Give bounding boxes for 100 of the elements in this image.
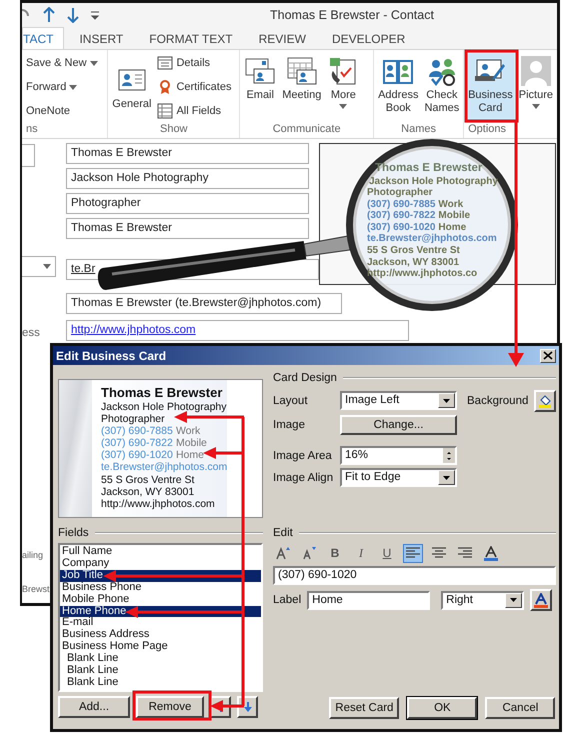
- ribbon-button[interactable]: Forward: [24, 76, 100, 98]
- change-button[interactable]: Change...: [340, 414, 457, 434]
- image-area-spinner[interactable]: 16%: [340, 446, 457, 465]
- ribbon-tab[interactable]: INSERT: [68, 27, 134, 49]
- field-label: Image: [273, 418, 306, 430]
- underline-button[interactable]: U: [377, 544, 397, 562]
- ribbon-button[interactable]: Meeting: [280, 52, 324, 123]
- arrow-up-icon[interactable]: [42, 7, 56, 23]
- card-text-line: te.Brewster@jhphotos.com: [101, 461, 228, 474]
- group-label: Show: [158, 123, 189, 137]
- ribbon-button[interactable]: Email: [242, 52, 278, 123]
- card-text-line: (307) 690-7822 Mobile: [101, 437, 207, 450]
- font-color-icon: [534, 592, 548, 608]
- ribbon-button[interactable]: General: [110, 52, 154, 123]
- align-center-icon: [432, 547, 446, 559]
- arrow-down-icon: [242, 701, 252, 713]
- text-field[interactable]: Jackson Hole Photography: [66, 168, 309, 189]
- card-text-line: (307) 690-7885 Work: [101, 425, 200, 438]
- ribbon-tab[interactable]: FORMAT TEXT: [138, 27, 244, 49]
- arrow-down-icon[interactable]: [66, 7, 80, 23]
- card-text-line: (307) 690-1020 Home: [367, 222, 466, 234]
- card-text-line: 55 S Gros Ventre St: [101, 474, 194, 486]
- dialog-button[interactable]: Reset Card: [329, 697, 400, 719]
- list-item[interactable]: Company: [60, 558, 261, 570]
- card-text-line: Jackson, WY 83001: [101, 486, 194, 498]
- list-item[interactable]: Full Name: [60, 546, 261, 558]
- card-text-line: Thomas E Brewster: [101, 385, 222, 401]
- ribbon-button[interactable]: Business Card: [466, 52, 515, 123]
- label-field[interactable]: Home: [307, 590, 430, 610]
- text-field[interactable]: [22, 144, 35, 167]
- list-item[interactable]: Business Phone: [60, 582, 261, 594]
- list-item[interactable]: Blank Line: [60, 653, 261, 666]
- calendar-icon: [286, 55, 318, 87]
- dialog-title: Edit Business Card: [56, 348, 166, 362]
- ribbon-button[interactable]: OneNote: [24, 100, 100, 122]
- list-item[interactable]: Mobile Phone: [60, 594, 261, 606]
- card-text-line: http://www.jhphotos.com: [101, 498, 215, 510]
- annotation-arrow: [174, 411, 244, 423]
- left-button[interactable]: [403, 544, 423, 562]
- dropdown[interactable]: [22, 256, 56, 277]
- field-label: Image Area: [273, 450, 333, 462]
- card-text-line: (307) 690-7822 Mobile: [367, 210, 470, 222]
- ribbon-button[interactable]: More: [325, 52, 362, 123]
- card-text-line: (307) 690-1020 Home: [101, 449, 204, 462]
- close-icon: [543, 351, 553, 360]
- ribbon-button[interactable]: Certificates: [155, 76, 234, 98]
- field-label: Background: [467, 394, 528, 406]
- card-text-line: te.Brewster@jhphotos.com: [367, 233, 497, 246]
- text-field[interactable]: Thomas E Brewster (te.Brewster@jhphotos.com): [66, 293, 342, 314]
- ribbon-button[interactable]: Address Book: [376, 52, 420, 123]
- ribbon-tab[interactable]: TACT: [22, 27, 64, 49]
- ribbon-button[interactable]: Picture: [516, 52, 555, 123]
- field-label: Brewst: [22, 584, 50, 594]
- add-button[interactable]: Add...: [58, 696, 130, 718]
- text-field[interactable]: Thomas E Brewster: [66, 143, 309, 164]
- list-item[interactable]: E-mail: [60, 617, 261, 630]
- shrink-font-icon: [302, 546, 316, 560]
- label-color-button[interactable]: [530, 589, 552, 611]
- dialog-button[interactable]: Cancel: [485, 697, 556, 719]
- image-align-dropdown[interactable]: Fit to Edge: [340, 468, 457, 487]
- section-heading: Edit: [273, 527, 293, 539]
- close-button[interactable]: [540, 348, 556, 362]
- section-heading: Fields: [58, 527, 89, 539]
- web-page-field[interactable]: http://www.jhphotos.com: [66, 320, 409, 341]
- list-item[interactable]: Business Home Page: [60, 641, 261, 654]
- italic-button[interactable]: I: [351, 544, 371, 562]
- align-left-icon: [406, 547, 420, 559]
- ribbon-button[interactable]: Check Names: [422, 52, 462, 123]
- ribbon-tab[interactable]: REVIEW: [248, 27, 317, 49]
- ribbon-button[interactable]: Details: [155, 52, 234, 74]
- list-item[interactable]: Blank Line: [60, 676, 261, 689]
- grow-font-icon: [276, 546, 290, 560]
- color-button[interactable]: [481, 544, 501, 562]
- section-heading: Card Design: [273, 372, 337, 384]
- card-text-line: Jackson Hole Photography: [101, 401, 226, 414]
- card-text-line: Jackson Hole Photography: [369, 176, 498, 188]
- dialog-button[interactable]: OK: [407, 697, 478, 719]
- font-color-icon: [484, 546, 498, 560]
- ribbon-tab[interactable]: DEVELOPER: [320, 27, 416, 49]
- remove-button[interactable]: Remove: [136, 696, 204, 718]
- card-text-line: 55 S Gros Ventre St: [367, 245, 460, 257]
- text-field[interactable]: (307) 690-1020: [273, 566, 556, 585]
- ribbon-button[interactable]: Save & New: [24, 52, 100, 74]
- field-label: ess: [22, 326, 41, 341]
- list-item[interactable]: Blank Line: [60, 665, 261, 677]
- text-field[interactable]: Photographer: [66, 193, 309, 214]
- list-item[interactable]: Business Address: [60, 629, 261, 642]
- bold-button[interactable]: B: [325, 544, 345, 562]
- card-text-line: (307) 690-7885 Work: [367, 198, 464, 210]
- layout-dropdown[interactable]: Image Left: [340, 391, 457, 410]
- background-button[interactable]: [534, 390, 556, 412]
- card-text-line: Thomas E Brewster: [375, 162, 482, 176]
- paint-bucket-icon: [538, 394, 552, 408]
- ribbon-button[interactable]: All Fields: [155, 100, 234, 122]
- field-label: Image Align: [273, 472, 334, 484]
- group-label: ns: [25, 123, 39, 137]
- customize-icon[interactable]: [90, 9, 100, 21]
- text-field[interactable]: Thomas E Brewster: [66, 218, 309, 239]
- align-right-icon: [458, 547, 472, 559]
- label-position-dropdown[interactable]: Right: [441, 590, 524, 610]
